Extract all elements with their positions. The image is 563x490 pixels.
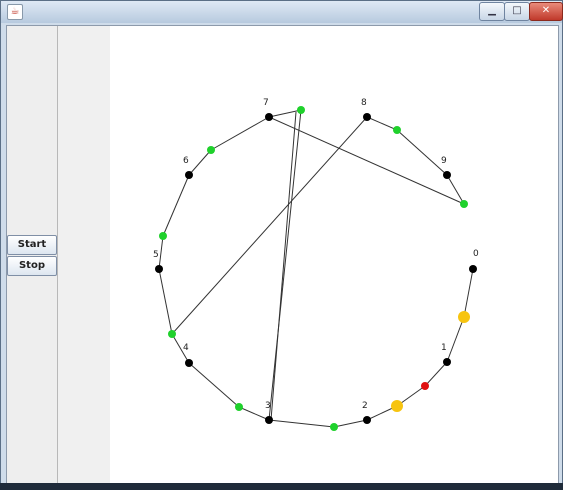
title-bar[interactable]: ☕ ▁ □ ✕: [1, 1, 563, 23]
edge: [188, 149, 212, 176]
spacer-panel: [58, 26, 110, 484]
application-window: ☕ ▁ □ ✕ Start Stop 0 1 2 3 4 5 6 7 8 9: [0, 0, 563, 490]
chord: [270, 111, 297, 421]
chord: [268, 109, 302, 421]
edge: [396, 129, 448, 176]
token-red: [421, 382, 429, 390]
edge: [158, 268, 173, 335]
node-label-0: 0: [473, 249, 479, 259]
node-label-9: 9: [441, 156, 447, 166]
node-label-2: 2: [362, 401, 368, 411]
node-label-1: 1: [441, 343, 447, 353]
edge: [162, 174, 190, 237]
edge: [424, 361, 448, 387]
stop-button[interactable]: Stop: [7, 256, 57, 276]
node-2[interactable]: [363, 416, 371, 424]
node-label-5: 5: [153, 250, 159, 260]
node-5[interactable]: [155, 265, 163, 273]
node-label-4: 4: [183, 343, 189, 353]
node-0[interactable]: [469, 265, 477, 273]
simulation-canvas[interactable]: 0 1 2 3 4 5 6 7 8 9: [110, 26, 558, 484]
java-cup-icon: ☕: [7, 4, 23, 20]
edge: [366, 116, 398, 131]
node-label-7: 7: [263, 98, 269, 108]
edge: [333, 419, 368, 428]
ring-nodes: [155, 113, 477, 424]
token-green: [159, 232, 167, 240]
ring-edges: [158, 109, 474, 428]
edge: [268, 419, 335, 428]
token-green: [207, 146, 215, 154]
chord: [171, 116, 368, 335]
green-tokens: [159, 106, 468, 431]
start-button[interactable]: Start: [7, 235, 57, 255]
token-yellow: [391, 400, 403, 412]
edge: [446, 174, 465, 205]
token-green: [235, 403, 243, 411]
token-green: [297, 106, 305, 114]
content-area: Start Stop 0 1 2 3 4 5 6 7 8 9: [6, 25, 559, 485]
edge: [463, 268, 474, 318]
maximize-button[interactable]: □: [504, 2, 530, 21]
edge: [446, 316, 465, 363]
node-3[interactable]: [265, 416, 273, 424]
minimize-button[interactable]: ▁: [479, 2, 505, 21]
node-label-6: 6: [183, 156, 189, 166]
node-1[interactable]: [443, 358, 451, 366]
token-yellow: [458, 311, 470, 323]
edge: [158, 235, 164, 270]
token-green: [330, 423, 338, 431]
node-9[interactable]: [443, 171, 451, 179]
taskbar-strip: [0, 483, 563, 490]
token-green: [393, 126, 401, 134]
edge: [210, 116, 270, 151]
close-button[interactable]: ✕: [529, 2, 563, 21]
node-4[interactable]: [185, 359, 193, 367]
token-green: [460, 200, 468, 208]
node-label-8: 8: [361, 98, 367, 108]
node-8[interactable]: [363, 113, 371, 121]
node-label-3: 3: [265, 401, 271, 411]
control-panel: Start Stop: [7, 26, 58, 484]
chord: [268, 116, 465, 205]
node-6[interactable]: [185, 171, 193, 179]
edge: [188, 362, 240, 408]
token-green: [168, 330, 176, 338]
node-7[interactable]: [265, 113, 273, 121]
ring-diagram: 0 1 2 3 4 5 6 7 8 9: [153, 98, 479, 431]
